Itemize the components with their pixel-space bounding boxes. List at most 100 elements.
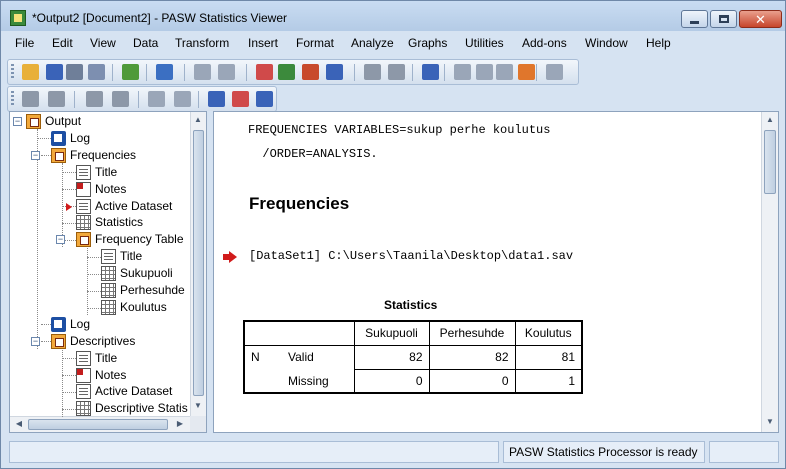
menu-transform[interactable]: Transform	[175, 36, 229, 50]
collapse-toggle-icon[interactable]: −	[31, 150, 40, 160]
tree-node-frequency-table[interactable]: − Frequency Table	[10, 231, 190, 248]
insert-heading-icon[interactable]	[208, 91, 225, 107]
close-button[interactable]: ✕	[739, 10, 782, 28]
save-icon[interactable]	[46, 64, 63, 80]
toolbar-separator	[412, 64, 413, 81]
tree-node-title[interactable]: Title	[10, 350, 190, 367]
menu-data[interactable]: Data	[133, 36, 158, 50]
status-cell-empty	[9, 441, 499, 463]
use-sets-icon[interactable]	[364, 64, 381, 80]
output-content-pane[interactable]: FREQUENCIES VARIABLES=sukup perhe koulut…	[213, 111, 779, 433]
undo-icon[interactable]	[194, 64, 211, 80]
outline-toolbar	[7, 86, 277, 112]
menu-file[interactable]: File	[15, 36, 34, 50]
expand-icon[interactable]	[86, 91, 103, 107]
collapse-icon[interactable]	[112, 91, 129, 107]
insert-text-icon[interactable]	[256, 91, 273, 107]
text-item-icon	[101, 249, 116, 265]
scroll-down-icon[interactable]: ▼	[764, 416, 776, 428]
minimize-button[interactable]	[681, 10, 708, 28]
tree-node-log[interactable]: Log	[10, 130, 190, 147]
syntax-line-1: FREQUENCIES VARIABLES=sukup perhe koulut…	[248, 123, 551, 137]
tree-node-sukupuoli[interactable]: Sukupuoli	[10, 265, 190, 282]
scroll-up-icon[interactable]: ▲	[764, 114, 776, 126]
menu-edit[interactable]: Edit	[52, 36, 73, 50]
scroll-thumb[interactable]	[764, 130, 776, 194]
scroll-thumb[interactable]	[193, 130, 204, 396]
scroll-up-icon[interactable]: ▲	[192, 114, 204, 126]
open-icon[interactable]	[22, 64, 39, 80]
toolbar-separator	[246, 64, 247, 81]
spell-check-icon[interactable]	[422, 64, 439, 80]
toolbar-grip[interactable]	[11, 64, 14, 80]
insert-title-icon[interactable]	[232, 91, 249, 107]
show-all-icon[interactable]	[388, 64, 405, 80]
pivot-table-icon	[76, 401, 91, 417]
frequencies-heading[interactable]: Frequencies	[249, 194, 349, 214]
recall-dialog-icon[interactable]	[156, 64, 173, 80]
back-arrow-icon[interactable]	[22, 91, 39, 107]
print-icon[interactable]	[66, 64, 83, 80]
tree-node-statistics[interactable]: Statistics	[10, 214, 190, 231]
menu-window[interactable]: Window	[585, 36, 628, 50]
tree-node-log[interactable]: Log	[10, 316, 190, 333]
hide-icon[interactable]	[546, 64, 563, 80]
menu-utilities[interactable]: Utilities	[465, 36, 504, 50]
designate-window-icon[interactable]	[496, 64, 513, 80]
run-script-icon[interactable]	[518, 64, 535, 80]
menu-format[interactable]: Format	[296, 36, 334, 50]
export-icon[interactable]	[122, 64, 139, 80]
toolbar-grip[interactable]	[11, 91, 14, 107]
goto-variable-icon[interactable]	[302, 64, 319, 80]
outline-pane[interactable]: ▲ ▼ ◀ ▶ − Output Log − Frequencies Title Notes…	[9, 111, 207, 433]
promote-icon[interactable]	[454, 64, 471, 80]
toolbar-separator	[444, 64, 445, 81]
menu-help[interactable]: Help	[646, 36, 671, 50]
menu-insert[interactable]: Insert	[248, 36, 278, 50]
outline-horizontal-scrollbar[interactable]: ◀ ▶	[10, 416, 191, 432]
collapse-toggle-icon[interactable]: −	[31, 336, 40, 346]
toolbar-separator	[354, 64, 355, 81]
tree-node-koulutus[interactable]: Koulutus	[10, 299, 190, 316]
print-preview-icon[interactable]	[88, 64, 105, 80]
scroll-right-icon[interactable]: ▶	[174, 418, 186, 430]
pivot-table-icon	[76, 215, 91, 231]
maximize-button[interactable]	[710, 10, 737, 28]
tree-node-output[interactable]: − Output	[10, 113, 190, 130]
scroll-left-icon[interactable]: ◀	[13, 418, 25, 430]
collapse-toggle-icon[interactable]: −	[13, 117, 22, 126]
tree-node-active-dataset[interactable]: Active Dataset	[10, 198, 190, 215]
forward-arrow-icon[interactable]	[48, 91, 65, 107]
collapse-toggle-icon[interactable]: −	[56, 235, 65, 245]
menu-graphs[interactable]: Graphs	[408, 36, 447, 50]
redo-icon[interactable]	[218, 64, 235, 80]
tree-node-title[interactable]: Title	[10, 164, 190, 181]
hide-item-icon[interactable]	[174, 91, 191, 107]
menu-add-ons[interactable]: Add-ons	[522, 36, 567, 50]
tree-node-descriptive-statistics[interactable]: Descriptive Statis	[10, 400, 190, 417]
row-group-spacer	[243, 369, 282, 393]
tree-node-frequencies[interactable]: − Frequencies	[10, 147, 190, 164]
tree-node-label: Notes	[95, 367, 127, 382]
goto-data-icon[interactable]	[256, 64, 273, 80]
content-vertical-scrollbar[interactable]: ▲ ▼	[761, 112, 778, 432]
menu-view[interactable]: View	[90, 36, 116, 50]
show-icon[interactable]	[148, 91, 165, 107]
tree-node-descriptives[interactable]: − Descriptives	[10, 333, 190, 350]
tree-node-notes[interactable]: Notes	[10, 367, 190, 384]
menu-analyze[interactable]: Analyze	[351, 36, 394, 50]
tree-node-notes[interactable]: Notes	[10, 181, 190, 198]
scroll-thumb[interactable]	[28, 419, 168, 430]
tree-node-active-dataset[interactable]: Active Dataset	[10, 383, 190, 400]
variables-icon[interactable]	[326, 64, 343, 80]
goto-case-icon[interactable]	[278, 64, 295, 80]
text-item-icon	[76, 198, 91, 214]
scroll-down-icon[interactable]: ▼	[192, 400, 204, 412]
tree-node-label: Frequencies	[70, 147, 137, 162]
dataset-path[interactable]: [DataSet1] C:\Users\Taanila\Desktop\data…	[249, 249, 573, 263]
statistics-table[interactable]: Sukupuoli Perhesuhde Koulutus N Valid 82…	[243, 320, 583, 394]
demote-icon[interactable]	[476, 64, 493, 80]
outline-vertical-scrollbar[interactable]: ▲ ▼	[190, 112, 206, 416]
tree-node-title[interactable]: Title	[10, 248, 190, 265]
tree-node-perhesuhde[interactable]: Perhesuhde	[10, 282, 190, 299]
